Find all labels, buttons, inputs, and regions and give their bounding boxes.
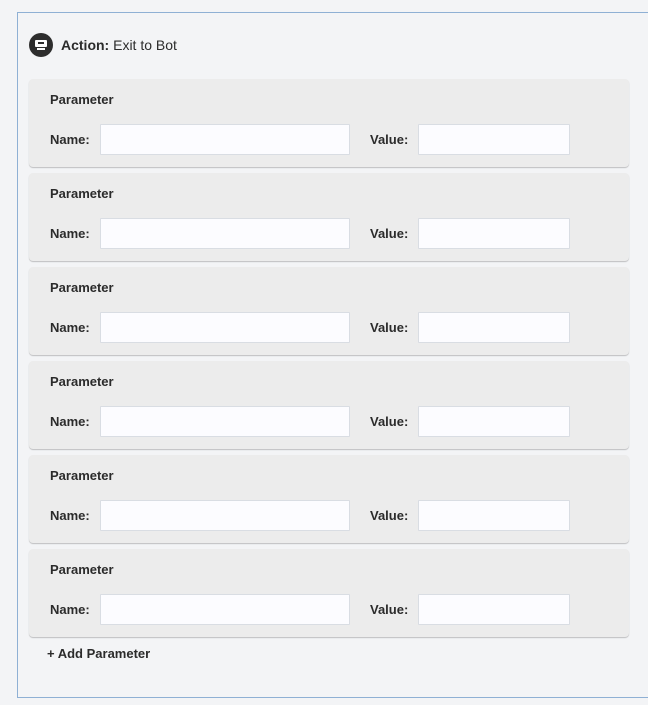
value-label: Value: [370, 414, 409, 429]
bot-exit-icon [29, 33, 53, 57]
parameter-value-input[interactable] [418, 218, 570, 249]
parameter-value-input[interactable] [418, 406, 570, 437]
parameter-title: Parameter [50, 562, 114, 577]
parameter-title: Parameter [50, 92, 114, 107]
value-label: Value: [370, 320, 409, 335]
parameter-card: Parameter Name: Value: [29, 79, 629, 167]
parameter-value-input[interactable] [418, 500, 570, 531]
action-panel: Action: Exit to Bot Parameter Name: Valu… [17, 12, 648, 698]
parameter-name-input[interactable] [100, 594, 350, 625]
parameter-value-input[interactable] [418, 594, 570, 625]
parameter-title: Parameter [50, 374, 114, 389]
value-label: Value: [370, 226, 409, 241]
value-label: Value: [370, 132, 409, 147]
parameter-value-input[interactable] [418, 124, 570, 155]
value-label: Value: [370, 508, 409, 523]
parameter-name-input[interactable] [100, 124, 350, 155]
parameter-card: Parameter Name: Value: [29, 173, 629, 261]
parameter-card: Parameter Name: Value: [29, 361, 629, 449]
parameter-name-input[interactable] [100, 312, 350, 343]
action-header: Action: Exit to Bot [29, 33, 177, 57]
name-label: Name: [50, 320, 90, 335]
name-label: Name: [50, 602, 90, 617]
name-label: Name: [50, 414, 90, 429]
action-title: Action: Exit to Bot [61, 37, 177, 53]
parameter-card: Parameter Name: Value: [29, 267, 629, 355]
parameter-card: Parameter Name: Value: [29, 455, 629, 543]
name-label: Name: [50, 508, 90, 523]
parameter-list: Parameter Name: Value: Parameter Name: V… [29, 79, 629, 643]
parameter-name-input[interactable] [100, 218, 350, 249]
parameter-title: Parameter [50, 186, 114, 201]
value-label: Value: [370, 602, 409, 617]
name-label: Name: [50, 226, 90, 241]
parameter-card: Parameter Name: Value: [29, 549, 629, 637]
action-name: Exit to Bot [113, 37, 177, 53]
parameter-title: Parameter [50, 468, 114, 483]
name-label: Name: [50, 132, 90, 147]
parameter-title: Parameter [50, 280, 114, 295]
action-label: Action: [61, 37, 110, 53]
parameter-name-input[interactable] [100, 406, 350, 437]
parameter-value-input[interactable] [418, 312, 570, 343]
parameter-name-input[interactable] [100, 500, 350, 531]
add-parameter-button[interactable]: + Add Parameter [47, 646, 150, 661]
